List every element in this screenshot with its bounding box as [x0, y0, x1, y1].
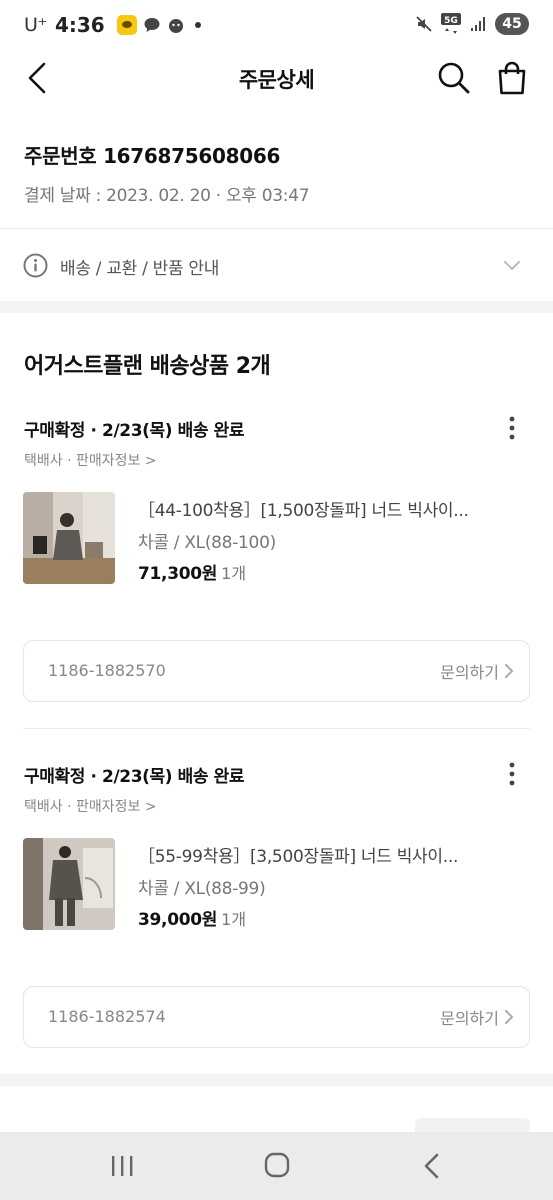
- price-row: 71,300원 1개: [138, 559, 246, 584]
- status-bar: U⁺ 4:36 5G 45: [0, 0, 553, 50]
- product-name[interactable]: ［44-100착용］[1,500장돌파] 너드 빅사이...: [138, 496, 518, 521]
- home-icon[interactable]: [257, 1150, 297, 1182]
- product-quantity: 1개: [221, 910, 247, 929]
- system-navigation-bar: [0, 1132, 553, 1200]
- price-row: 39,000원 1개: [138, 905, 246, 930]
- more-options-icon[interactable]: [500, 414, 524, 444]
- courier-seller-info-link[interactable]: 택배사 · 판매자정보 >: [24, 450, 157, 470]
- clock: 4:36: [54, 13, 105, 37]
- product-quantity: 1개: [221, 564, 247, 583]
- product-name[interactable]: ［55-99착용］[3,500장돌파] 너드 빅사이...: [138, 842, 518, 867]
- app-header: 주문상세: [0, 50, 553, 108]
- kakao-app-icon: [116, 15, 137, 35]
- carrier-label: U⁺: [24, 14, 47, 36]
- inquiry-button[interactable]: 문의하기: [440, 659, 499, 683]
- tracking-box: 1186-1882574 문의하기: [23, 986, 530, 1048]
- chevron-down-icon: [504, 261, 520, 270]
- recent-apps-icon[interactable]: [102, 1150, 142, 1182]
- info-icon: [23, 253, 48, 278]
- divider: [23, 728, 530, 729]
- network-5g-icon: 5G: [441, 13, 461, 34]
- signal-icon: [471, 17, 485, 31]
- order-date: 결제 날짜 : 2023. 02. 20 · 오후 03:47: [24, 186, 310, 206]
- product-option: 차콜 / XL(88-100): [138, 533, 276, 553]
- tracking-number: 1186-1882570: [48, 661, 166, 680]
- tracking-box: 1186-1882570 문의하기: [23, 640, 530, 702]
- back-nav-icon[interactable]: [412, 1150, 452, 1182]
- order-info: 주문번호 1676875608066 결제 날짜 : 2023. 02. 20 …: [24, 140, 310, 206]
- inquiry-button[interactable]: 문의하기: [440, 1005, 499, 1029]
- product-thumbnail[interactable]: [23, 838, 115, 930]
- delivery-status: 구매확정 · 2/23(목) 배송 완료: [24, 767, 245, 787]
- more-notifications-dot: [194, 22, 201, 28]
- section-divider: [0, 301, 553, 313]
- network-label: 5G: [444, 16, 458, 26]
- tracking-number: 1186-1882574: [48, 1007, 166, 1026]
- shipping-guide-label: 배송 / 교환 / 반품 안내: [60, 259, 220, 279]
- product-price: 39,000원: [138, 910, 218, 930]
- search-icon[interactable]: [434, 58, 474, 98]
- shopping-bag-icon[interactable]: [492, 58, 532, 98]
- battery-indicator: 45: [495, 13, 529, 35]
- peek-button[interactable]: [415, 1118, 530, 1132]
- delivery-status: 구매확정 · 2/23(목) 배송 완료: [24, 421, 245, 441]
- more-options-icon[interactable]: [500, 760, 524, 790]
- chevron-right-icon: [505, 1010, 513, 1024]
- seller-section-title: 어거스트플랜 배송상품 2개: [24, 354, 271, 379]
- chat-icon: [144, 18, 160, 32]
- section-divider: [0, 1074, 553, 1086]
- mute-icon: [416, 16, 432, 32]
- product-price: 71,300원: [138, 564, 218, 584]
- next-section-peek: [0, 1118, 553, 1132]
- order-number: 주문번호 1676875608066: [24, 144, 281, 168]
- chevron-right-icon: [505, 664, 513, 678]
- product-option: 차콜 / XL(88-99): [138, 879, 266, 899]
- face-notification-icon: [168, 19, 183, 33]
- courier-seller-info-link[interactable]: 택배사 · 판매자정보 >: [24, 796, 157, 816]
- divider: [0, 228, 553, 229]
- shipping-guide-accordion[interactable]: 배송 / 교환 / 반품 안내: [0, 230, 553, 300]
- product-thumbnail[interactable]: [23, 492, 115, 584]
